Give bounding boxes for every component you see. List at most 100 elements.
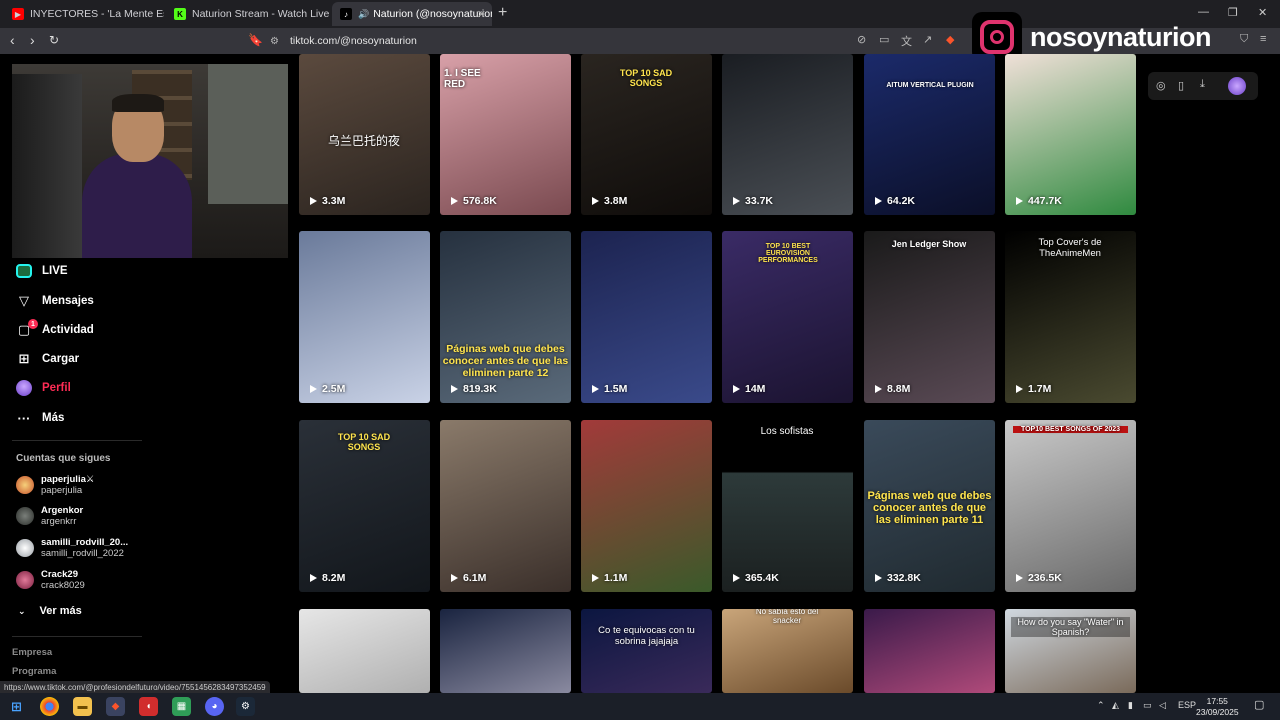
video-thumbnail[interactable]: TOP 10 SAD SONGS 3.8M — [581, 54, 712, 215]
video-thumbnail[interactable]: Jen Ledger Show 8.8M — [864, 231, 995, 403]
video-thumbnail[interactable]: Páginas web que debes conocer antes de q… — [864, 420, 995, 592]
video-thumbnail[interactable] — [299, 609, 430, 693]
cast-off-icon[interactable]: ⊘ — [857, 33, 866, 46]
forward-icon[interactable]: › — [30, 32, 35, 48]
video-thumbnail[interactable]: 6.1M — [440, 420, 571, 592]
clock[interactable]: 17:55 23/09/2025 — [1196, 696, 1239, 718]
sidebar-item-activity[interactable]: ▢ 1 Actividad — [16, 319, 94, 341]
play-icon — [592, 385, 599, 393]
avatar — [16, 476, 34, 494]
tab-kick[interactable]: K Naturion Stream - Watch Live on Kick — [166, 2, 331, 26]
play-icon — [1016, 574, 1023, 582]
see-more-button[interactable]: ⌄ Ver más — [18, 605, 82, 617]
bookmark-icon[interactable]: 🔖 — [248, 33, 263, 47]
sidebar-item-label: LIVE — [42, 265, 68, 277]
video-thumbnail[interactable]: How do you say "Water" in Spanish? — [1005, 609, 1136, 693]
footer-link[interactable]: Programa — [12, 666, 56, 677]
video-thumbnail[interactable] — [864, 609, 995, 693]
screen-icon[interactable]: ▭ — [879, 33, 889, 46]
back-icon[interactable]: ‹ — [10, 32, 15, 48]
language-indicator[interactable]: ESP — [1178, 700, 1196, 710]
sidebar-item-upload[interactable]: ⊞ Cargar — [16, 348, 80, 370]
video-caption: TOP 10 SAD SONGS — [337, 432, 391, 452]
video-thumbnail[interactable]: 1. I SEE RED 576.8K — [440, 54, 571, 215]
view-count-text: 2.5M — [322, 383, 346, 395]
tray-chevron-icon[interactable]: ⌃ — [1097, 700, 1105, 711]
avatar — [16, 571, 34, 589]
video-caption: TOP10 BEST SONGS OF 2023 — [1013, 426, 1128, 433]
view-count: 2.5M — [310, 383, 345, 395]
view-count: 64.2K — [875, 195, 915, 207]
video-thumbnail[interactable]: Co te equivocas con tu sobrina jajajaja — [581, 609, 712, 693]
close-tab-icon[interactable]: ✕ — [477, 8, 486, 21]
folder-icon[interactable]: ▬ — [73, 697, 92, 716]
see-more-label: Ver más — [39, 605, 82, 617]
video-thumbnail[interactable]: No sabía esto del snacker — [722, 609, 853, 693]
volume-icon[interactable]: ◁ — [1159, 700, 1166, 711]
tab-tiktok[interactable]: ♪ 🔊 Naturion (@nosoynaturion) | ✕ — [332, 2, 492, 26]
app-icon[interactable]: ▦ — [172, 697, 191, 716]
tab-youtube[interactable]: ▶ INYECTORES - 'La Mente Es Un Lugar — [4, 2, 164, 26]
notifications-icon[interactable]: ▢ — [1254, 698, 1264, 711]
network-icon[interactable]: ◭ — [1112, 700, 1119, 711]
vpn-icon[interactable]: ⛉ — [1240, 33, 1248, 46]
site-info-icon[interactable]: ⚙ — [270, 36, 280, 47]
menu-icon[interactable]: ≡ — [1260, 33, 1266, 45]
video-thumbnail[interactable]: TOP 10 SAD SONGS 8.2M — [299, 420, 430, 592]
video-thumbnail[interactable]: 乌兰巴托的夜 3.3M — [299, 54, 430, 215]
video-thumbnail[interactable]: Los sofistas 365.4K — [722, 420, 853, 592]
new-tab-icon[interactable]: + — [498, 4, 507, 22]
followed-account[interactable]: Argenkor argenkrr — [16, 503, 83, 529]
play-icon — [733, 385, 740, 393]
video-thumbnail[interactable]: 1.1M — [581, 420, 712, 592]
windows-start-icon[interactable]: ⊞ — [7, 697, 26, 716]
play-icon — [875, 574, 882, 582]
view-count: 365.4K — [733, 572, 779, 584]
send-icon: ▽ — [19, 293, 29, 308]
video-thumbnail[interactable]: 2.5M — [299, 231, 430, 403]
chrome-icon[interactable] — [40, 697, 59, 716]
compass-icon[interactable]: ◎ — [1156, 79, 1166, 92]
restore-icon[interactable]: ❐ — [1228, 6, 1238, 19]
view-count: 8.2M — [310, 572, 345, 584]
discord-icon[interactable]: ◕ — [205, 697, 224, 716]
sidebar-item-profile[interactable]: Perfil — [16, 377, 71, 399]
share-icon[interactable]: ↗ — [923, 33, 932, 46]
microphone-icon[interactable]: ▮ — [1128, 700, 1133, 711]
footer-link[interactable]: Empresa — [12, 647, 52, 658]
brave-shield-icon[interactable]: ◆ — [946, 33, 954, 46]
phone-icon[interactable]: ▯ — [1178, 79, 1184, 92]
live-icon — [16, 264, 32, 278]
video-thumbnail[interactable]: TOP 10 BEST EUROVISION PERFORMANCES 14M — [722, 231, 853, 403]
close-window-icon[interactable]: ✕ — [1258, 6, 1267, 19]
video-thumbnail[interactable] — [440, 609, 571, 693]
sidebar-item-more[interactable]: ··· Más — [16, 407, 65, 429]
translate-icon[interactable]: 文 — [901, 33, 912, 49]
webcam-feed — [12, 64, 288, 258]
followed-account[interactable]: samilli_rodvill_20... samilli_rodvill_202… — [16, 535, 128, 561]
video-thumbnail[interactable]: 447.7K — [1005, 54, 1136, 215]
video-thumbnail[interactable]: Páginas web que debes conocer antes de q… — [440, 231, 571, 403]
download-icon[interactable]: ⤓ — [1200, 78, 1205, 91]
app-icon[interactable]: ◖ — [139, 697, 158, 716]
followed-account[interactable]: paperjulia⚔ paperjulia — [16, 472, 94, 498]
video-thumbnail[interactable]: 33.7K — [722, 54, 853, 215]
video-caption: 乌兰巴托的夜 — [327, 134, 400, 148]
sidebar-item-live[interactable]: LIVE — [16, 260, 68, 282]
profile-avatar — [16, 380, 32, 396]
video-thumbnail[interactable]: Top Cover's de TheAnimeMen 1.7M — [1005, 231, 1136, 403]
user-avatar[interactable] — [1228, 77, 1246, 95]
chevron-down-icon: ⌄ — [18, 605, 26, 616]
video-thumbnail[interactable]: TOP10 BEST SONGS OF 2023 236.5K — [1005, 420, 1136, 592]
video-thumbnail[interactable]: AITUM VERTICAL PLUGIN 64.2K — [864, 54, 995, 215]
sidebar-item-messages[interactable]: ▽ Mensajes — [16, 290, 94, 312]
audio-icon: 🔊 — [358, 8, 370, 19]
followed-account[interactable]: Crack29 crack8029 — [16, 567, 85, 593]
status-url: https://www.tiktok.com/@profesiondelfutu… — [0, 681, 270, 693]
display-icon[interactable]: ▭ — [1143, 700, 1152, 711]
steam-icon[interactable]: ⚙ — [236, 697, 255, 716]
video-thumbnail[interactable]: 1.5M — [581, 231, 712, 403]
brave-icon[interactable]: ◆ — [106, 697, 125, 716]
account-name: samilli_rodvill_20... — [41, 537, 129, 548]
reload-icon[interactable]: ↻ — [49, 33, 59, 47]
